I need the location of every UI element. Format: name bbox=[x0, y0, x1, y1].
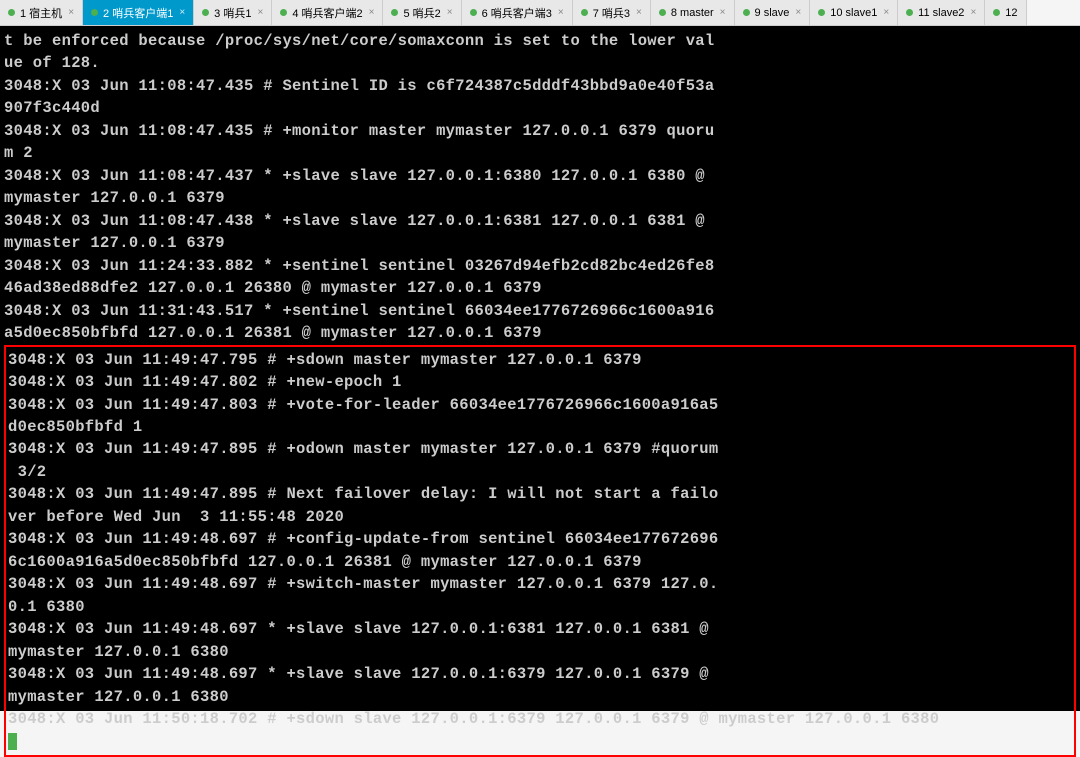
terminal-line: 3048:X 03 Jun 11:49:48.697 * +slave slav… bbox=[8, 618, 1072, 640]
tab-label: 11 slave2 bbox=[918, 7, 964, 19]
tab-sentinel-client-3[interactable]: 6 哨兵客户端3 × bbox=[462, 0, 573, 25]
terminal-line: mymaster 127.0.0.1 6380 bbox=[8, 641, 1072, 663]
terminal-pane[interactable]: t be enforced because /proc/sys/net/core… bbox=[0, 26, 1080, 711]
tab-master[interactable]: 8 master × bbox=[651, 0, 735, 25]
status-dot-icon bbox=[818, 9, 825, 16]
terminal-line: mymaster 127.0.0.1 6379 bbox=[4, 187, 1076, 209]
close-icon[interactable]: × bbox=[795, 7, 801, 18]
tab-sentinel-client-2[interactable]: 4 哨兵客户端2 × bbox=[272, 0, 383, 25]
close-icon[interactable]: × bbox=[447, 7, 453, 18]
tab-slave2[interactable]: 11 slave2 × bbox=[898, 0, 985, 25]
terminal-cursor bbox=[8, 733, 17, 750]
tab-label: 4 哨兵客户端2 bbox=[292, 5, 362, 21]
tab-label: 2 哨兵客户端1 bbox=[103, 5, 173, 21]
close-icon[interactable]: × bbox=[257, 7, 263, 18]
terminal-line: 3048:X 03 Jun 11:49:47.895 # Next failov… bbox=[8, 483, 1072, 505]
tab-sentinel-2[interactable]: 5 哨兵2 × bbox=[383, 0, 461, 25]
status-dot-icon bbox=[470, 9, 477, 16]
close-icon[interactable]: × bbox=[179, 7, 185, 18]
terminal-line: 907f3c440d bbox=[4, 97, 1076, 119]
terminal-line: m 2 bbox=[4, 142, 1076, 164]
terminal-line: 3048:X 03 Jun 11:49:48.697 * +slave slav… bbox=[8, 663, 1072, 685]
terminal-line: 6c1600a916a5d0ec850bfbfd 127.0.0.1 26381… bbox=[8, 551, 1072, 573]
terminal-line: 46ad38ed88dfe2 127.0.0.1 26380 @ mymaste… bbox=[4, 277, 1076, 299]
terminal-line: 3048:X 03 Jun 11:08:47.435 # Sentinel ID… bbox=[4, 75, 1076, 97]
tab-host[interactable]: 1 宿主机 × bbox=[0, 0, 83, 25]
status-dot-icon bbox=[743, 9, 750, 16]
status-dot-icon bbox=[202, 9, 209, 16]
terminal-line: ver before Wed Jun 3 11:55:48 2020 bbox=[8, 506, 1072, 528]
tab-label: 1 宿主机 bbox=[20, 5, 62, 21]
close-icon[interactable]: × bbox=[68, 7, 74, 18]
status-dot-icon bbox=[659, 9, 666, 16]
terminal-line: 3048:X 03 Jun 11:49:47.802 # +new-epoch … bbox=[8, 371, 1072, 393]
close-icon[interactable]: × bbox=[883, 7, 889, 18]
terminal-line: t be enforced because /proc/sys/net/core… bbox=[4, 30, 1076, 52]
tab-label: 9 slave bbox=[755, 7, 790, 19]
terminal-line: 3048:X 03 Jun 11:08:47.437 * +slave slav… bbox=[4, 165, 1076, 187]
terminal-line: 3048:X 03 Jun 11:08:47.438 * +slave slav… bbox=[4, 210, 1076, 232]
status-dot-icon bbox=[993, 9, 1000, 16]
status-dot-icon bbox=[391, 9, 398, 16]
terminal-line: 3048:X 03 Jun 11:24:33.882 * +sentinel s… bbox=[4, 255, 1076, 277]
status-dot-icon bbox=[906, 9, 913, 16]
terminal-line: mymaster 127.0.0.1 6380 bbox=[8, 686, 1072, 708]
close-icon[interactable]: × bbox=[369, 7, 375, 18]
terminal-line: 3048:X 03 Jun 11:49:47.795 # +sdown mast… bbox=[8, 349, 1072, 371]
terminal-line: 3048:X 03 Jun 11:50:18.702 # +sdown slav… bbox=[8, 708, 1072, 730]
tab-label: 7 哨兵3 bbox=[593, 5, 630, 21]
status-dot-icon bbox=[280, 9, 287, 16]
terminal-line: mymaster 127.0.0.1 6379 bbox=[4, 232, 1076, 254]
terminal-line: 3/2 bbox=[8, 461, 1072, 483]
terminal-line: 3048:X 03 Jun 11:49:47.803 # +vote-for-l… bbox=[8, 394, 1072, 416]
terminal-line: ue of 128. bbox=[4, 52, 1076, 74]
tab-label: 6 哨兵客户端3 bbox=[482, 5, 552, 21]
tab-slave[interactable]: 9 slave × bbox=[735, 0, 811, 25]
close-icon[interactable]: × bbox=[970, 7, 976, 18]
tab-bar: 1 宿主机 × 2 哨兵客户端1 × 3 哨兵1 × 4 哨兵客户端2 × 5 哨兵2 ×… bbox=[0, 0, 1080, 26]
tab-label: 8 master bbox=[671, 7, 714, 19]
terminal-line: 3048:X 03 Jun 11:31:43.517 * +sentinel s… bbox=[4, 300, 1076, 322]
tab-sentinel-1[interactable]: 3 哨兵1 × bbox=[194, 0, 272, 25]
tab-label: 10 slave1 bbox=[830, 7, 877, 19]
tab-12[interactable]: 12 bbox=[985, 0, 1026, 25]
terminal-line: 3048:X 03 Jun 11:08:47.435 # +monitor ma… bbox=[4, 120, 1076, 142]
terminal-line: 3048:X 03 Jun 11:49:47.895 # +odown mast… bbox=[8, 438, 1072, 460]
tab-slave1[interactable]: 10 slave1 × bbox=[810, 0, 898, 25]
tab-sentinel-3[interactable]: 7 哨兵3 × bbox=[573, 0, 651, 25]
terminal-line: 0.1 6380 bbox=[8, 596, 1072, 618]
terminal-line: d0ec850bfbfd 1 bbox=[8, 416, 1072, 438]
highlighted-region: 3048:X 03 Jun 11:49:47.795 # +sdown mast… bbox=[4, 345, 1076, 757]
close-icon[interactable]: × bbox=[720, 7, 726, 18]
tab-label: 12 bbox=[1005, 7, 1017, 19]
close-icon[interactable]: × bbox=[636, 7, 642, 18]
terminal-line: 3048:X 03 Jun 11:49:48.697 # +switch-mas… bbox=[8, 573, 1072, 595]
status-dot-icon bbox=[91, 9, 98, 16]
tab-label: 5 哨兵2 bbox=[403, 5, 440, 21]
terminal-line: a5d0ec850bfbfd 127.0.0.1 26381 @ mymaste… bbox=[4, 322, 1076, 344]
tab-sentinel-client-1[interactable]: 2 哨兵客户端1 × bbox=[83, 0, 194, 25]
terminal-line: 3048:X 03 Jun 11:49:48.697 # +config-upd… bbox=[8, 528, 1072, 550]
status-dot-icon bbox=[8, 9, 15, 16]
status-dot-icon bbox=[581, 9, 588, 16]
close-icon[interactable]: × bbox=[558, 7, 564, 18]
tab-label: 3 哨兵1 bbox=[214, 5, 251, 21]
